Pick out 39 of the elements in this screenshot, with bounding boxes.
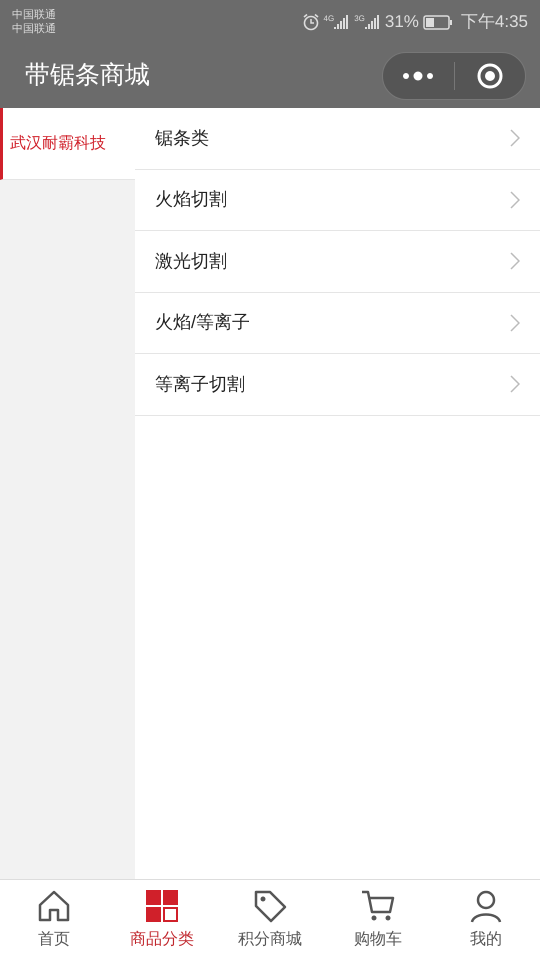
tab-label: 购物车 [354, 930, 402, 950]
chevron-right-icon [510, 314, 520, 332]
chevron-right-icon [510, 375, 520, 394]
tab-label: 我的 [470, 930, 502, 950]
alarm-icon [302, 13, 320, 31]
category-row[interactable]: 火焰/等离子 [135, 292, 540, 354]
battery-icon [422, 14, 453, 30]
tab-label: 商品分类 [130, 930, 194, 950]
category-row[interactable]: 锯条类 [135, 108, 540, 170]
page-title: 带锯条商城 [25, 60, 150, 92]
network-label: 4G [324, 15, 334, 23]
clock-time: 下午4:35 [460, 11, 528, 34]
category-label: 锯条类 [155, 126, 209, 150]
close-icon [476, 63, 503, 89]
tab-label: 积分商城 [238, 930, 302, 950]
tab-item[interactable]: 购物车 [324, 880, 432, 960]
tab-item[interactable]: 商品分类 [108, 880, 216, 960]
chevron-right-icon [510, 129, 520, 148]
carrier-name: 中国联通 [12, 22, 56, 36]
sidebar-item[interactable]: 武汉耐霸科技 [0, 108, 135, 180]
tab-item[interactable]: 积分商城 [216, 880, 324, 960]
network-label: 3G [354, 15, 365, 23]
signal-icon [334, 15, 350, 29]
category-label: 等离子切割 [155, 372, 245, 396]
tab-item[interactable]: 首页 [0, 880, 108, 960]
tab-item[interactable]: 我的 [432, 880, 540, 960]
battery-percent: 31% [384, 11, 419, 34]
category-row[interactable]: 激光切割 [135, 231, 540, 292]
carrier-name: 中国联通 [12, 8, 56, 22]
category-label: 火焰/等离子 [155, 311, 250, 334]
signal-icon [364, 15, 381, 29]
tab-label: 首页 [38, 930, 70, 950]
chevron-right-icon [510, 252, 520, 270]
category-row[interactable]: 等离子切割 [135, 354, 540, 416]
chevron-right-icon [510, 190, 520, 209]
category-label: 激光切割 [155, 250, 227, 273]
category-row[interactable]: 火焰切割 [135, 170, 540, 231]
category-label: 火焰切割 [155, 188, 227, 212]
more-icon [401, 71, 436, 81]
